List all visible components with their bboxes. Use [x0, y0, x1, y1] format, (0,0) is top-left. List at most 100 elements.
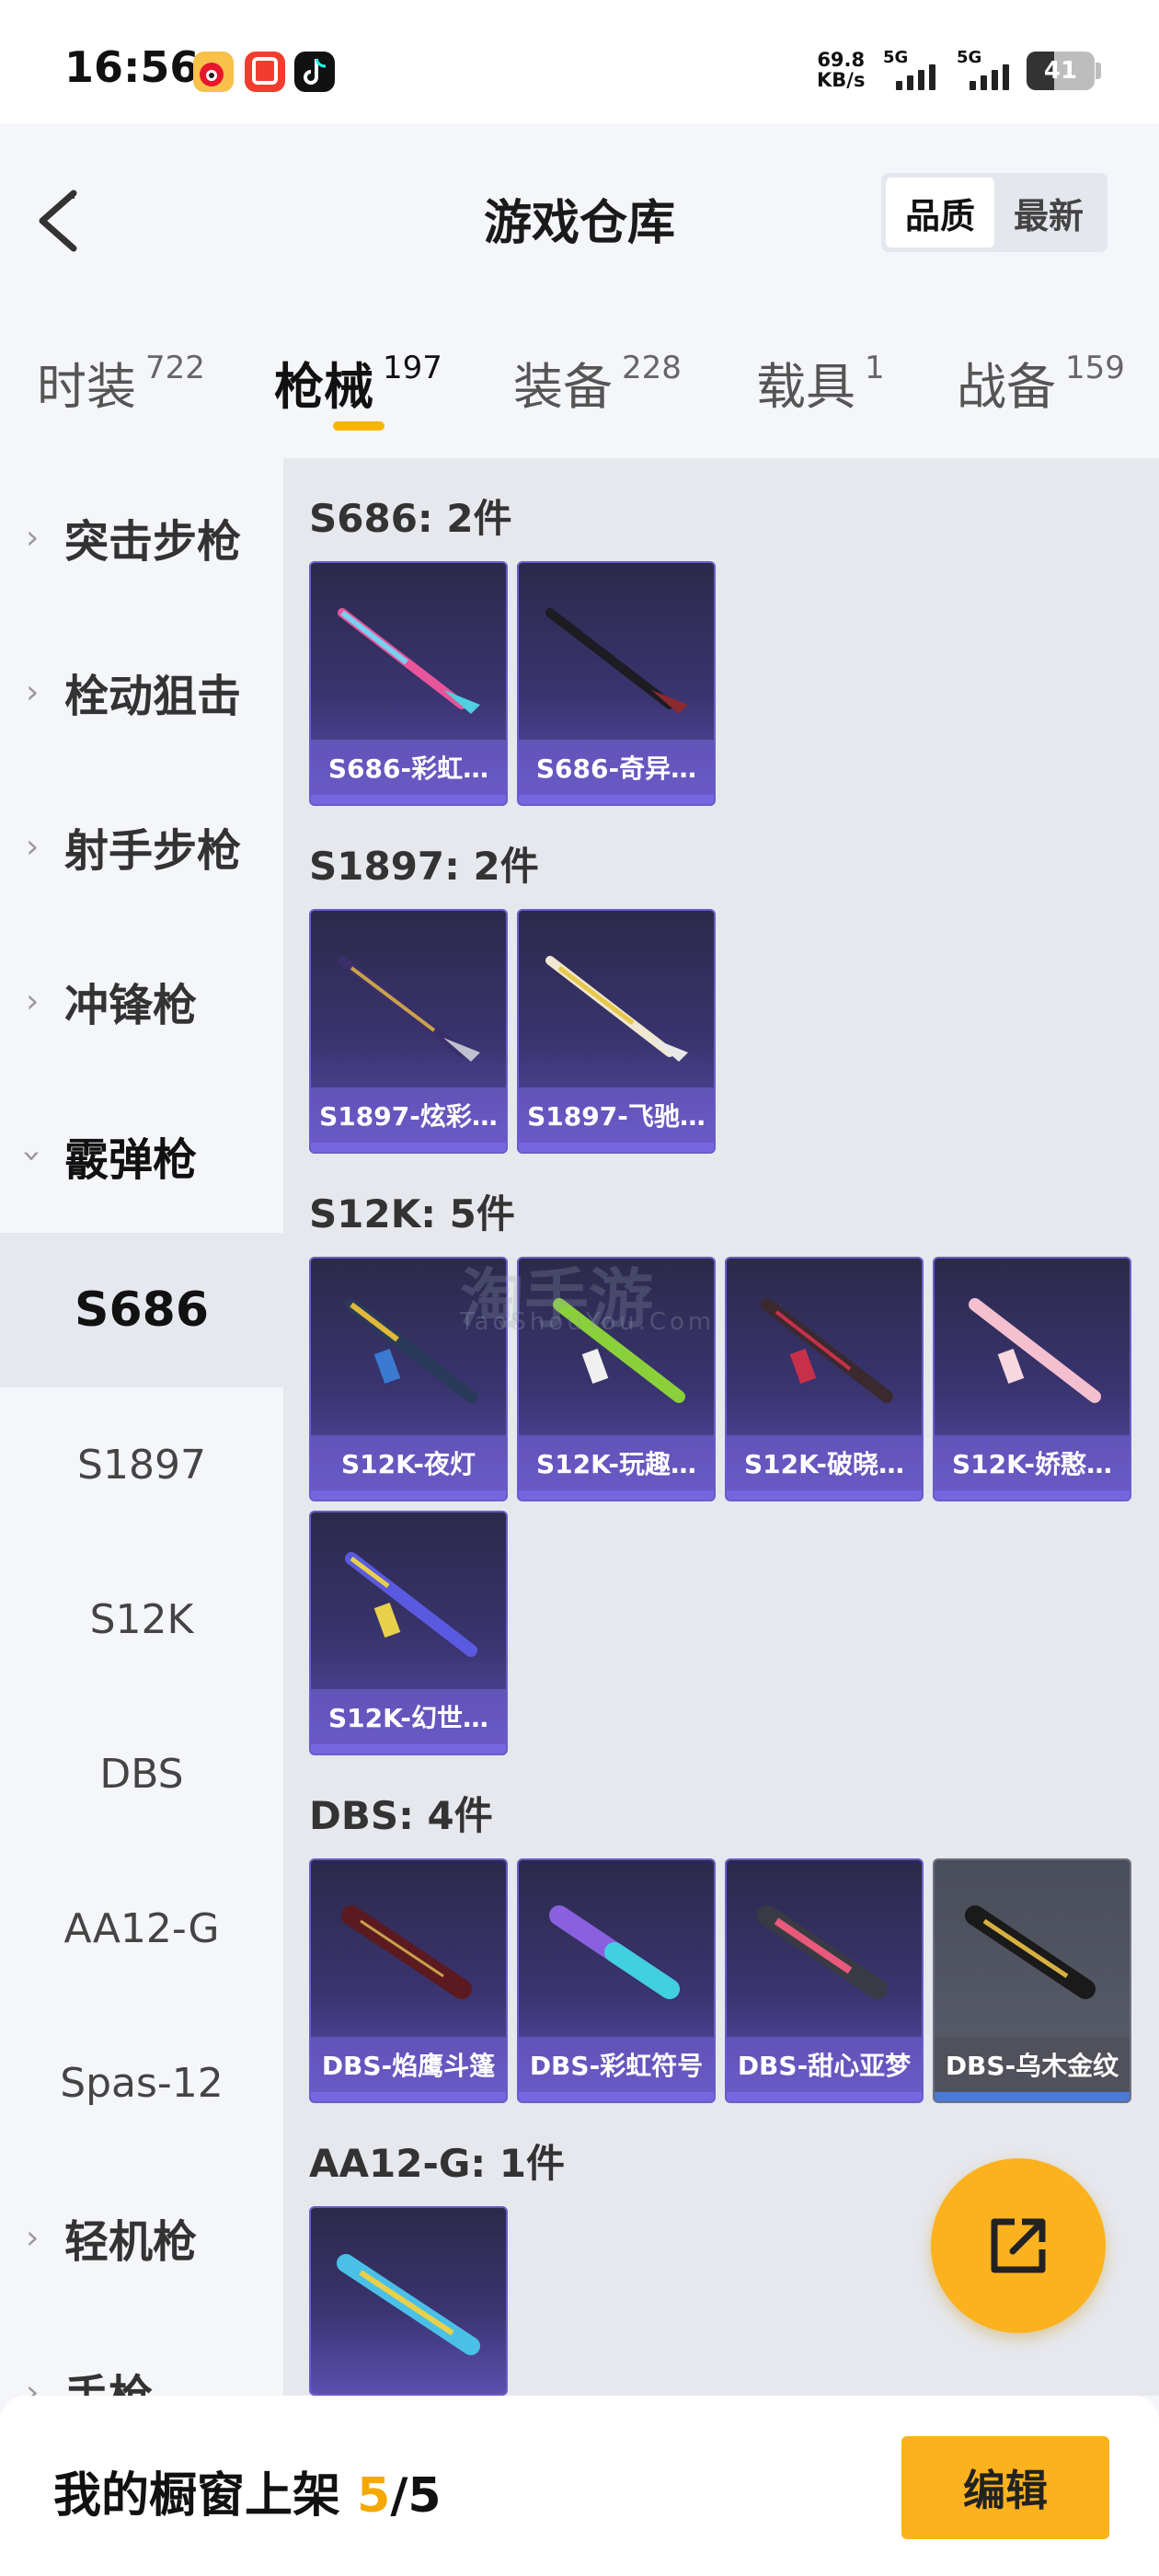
bottom-bar: 我的橱窗上架 5/5 编辑 — [0, 2396, 1159, 2576]
clock: 16:56 — [64, 42, 200, 92]
sidebar-sub-s1897[interactable]: S1897 — [0, 1387, 283, 1542]
section-title: S686: 2件 — [309, 496, 512, 541]
sidebar-item-pistol[interactable]: › 手枪 — [0, 2315, 283, 2396]
sidebar-item-smg[interactable]: › 冲锋枪 — [0, 924, 283, 1078]
sidebar-item-lmg[interactable]: › 轻机枪 — [0, 2160, 283, 2315]
skin-name: DBS-焰鹰斗篷 — [311, 2037, 506, 2092]
skin-card[interactable]: DBS-乌木金纹 — [933, 1858, 1131, 2103]
sidebar-item-assault-rifle[interactable]: › 突击步枪 — [0, 460, 283, 615]
rifle-icon — [761, 1298, 893, 1403]
skin-name: S686-奇异… — [519, 740, 714, 795]
rarity-bar — [727, 2092, 922, 2101]
rarity-bar — [935, 1490, 1130, 1500]
skin-name: DBS-甜心亚梦 — [727, 2037, 922, 2092]
skin-card[interactable]: S1897-飞驰… — [517, 909, 716, 1154]
skin-name: S12K-娇憨… — [935, 1435, 1130, 1490]
shotgun-icon — [337, 2254, 480, 2355]
sidebar-item-label: 手枪 — [64, 2360, 153, 2396]
shopping-app-icon — [245, 52, 285, 92]
shotgun-icon — [338, 956, 480, 1062]
rarity-bar — [519, 1143, 714, 1152]
status-bar: 16:56 69.8 KB/s 5G 5G 41 — [0, 0, 1159, 123]
watermark-sub: TaoShouYou.Com — [460, 1308, 716, 1336]
sidebar-item-label: 栓动狙击 — [64, 671, 242, 722]
skin-card[interactable]: S686-彩虹… — [309, 561, 508, 806]
tab-label: 枪械 — [274, 358, 373, 416]
tab-vehicles[interactable]: 载具 1 — [756, 346, 885, 419]
chevron-right-icon: › — [26, 518, 40, 557]
sort-latest-button[interactable]: 最新 — [994, 178, 1103, 247]
tab-guns[interactable]: 枪械 197 — [274, 346, 442, 419]
category-tabs: 时装 722 枪械 197 装备 228 载具 1 战备 159 — [0, 307, 1159, 458]
skin-card[interactable] — [309, 2206, 508, 2396]
edit-button[interactable]: 编辑 — [901, 2436, 1109, 2539]
skin-card[interactable]: S12K-破晓… — [725, 1257, 924, 1501]
share-button[interactable] — [931, 2158, 1106, 2333]
active-tab-indicator — [333, 421, 384, 431]
sidebar-sub-aa12g[interactable]: AA12-G — [0, 1851, 283, 2006]
sidebar-sub-s12k[interactable]: S12K — [0, 1542, 283, 1696]
tab-supplies[interactable]: 战备 159 — [957, 346, 1125, 419]
sidebar-sub-s686[interactable]: S686 — [0, 1233, 283, 1387]
rarity-bar — [519, 795, 714, 804]
skin-card[interactable]: S1897-炫彩… — [309, 909, 508, 1154]
sort-toggle: 品质 最新 — [881, 173, 1107, 252]
showcase-status: 我的橱窗上架 5/5 — [53, 2456, 442, 2525]
showcase-current: 5 — [357, 2468, 391, 2524]
rifle-icon — [345, 1552, 477, 1657]
share-icon — [991, 2218, 1046, 2273]
net-speed-unit: KB/s — [817, 69, 866, 91]
skin-card[interactable]: DBS-甜心亚梦 — [725, 1858, 924, 2103]
skin-card[interactable]: DBS-彩虹符号 — [517, 1858, 716, 2103]
skin-name: S12K-破晓… — [727, 1435, 922, 1490]
skin-card[interactable]: DBS-焰鹰斗篷 — [309, 1858, 508, 2103]
skin-card[interactable]: S12K-幻世… — [309, 1511, 508, 1755]
showcase-total: 5 — [407, 2468, 442, 2524]
skin-name: S686-彩虹… — [311, 740, 506, 795]
section-title: DBS: 4件 — [309, 1793, 493, 1838]
sidebar-item-shotgun[interactable]: › 霰弹枪 — [0, 1078, 283, 1233]
rarity-bar — [519, 1490, 714, 1500]
sidebar-item-marksman-rifle[interactable]: › 射手步枪 — [0, 769, 283, 924]
showcase-label: 我的橱窗上架 — [53, 2468, 341, 2524]
skin-name: S12K-幻世… — [311, 1689, 506, 1744]
shotgun-icon — [757, 1905, 888, 1999]
sidebar-sub-dbs[interactable]: DBS — [0, 1696, 283, 1851]
sidebar-item-label: 冲锋枪 — [64, 980, 198, 1031]
weibo-icon — [193, 52, 234, 92]
tab-label: 时装 — [37, 358, 136, 416]
sidebar-item-bolt-sniper[interactable]: › 栓动狙击 — [0, 615, 283, 769]
rarity-bar — [311, 2092, 506, 2101]
tab-count: 228 — [622, 350, 682, 386]
rarity-bar — [311, 1490, 506, 1500]
section-title: AA12-G: 1件 — [309, 2141, 566, 2186]
sidebar-item-label: 射手步枪 — [64, 825, 242, 877]
tab-fashion[interactable]: 时装 722 — [37, 346, 205, 419]
sidebar: › 突击步枪 › 栓动狙击 › 射手步枪 › 冲锋枪 › 霰弹枪 S686 S1… — [0, 458, 283, 2396]
tab-count: 197 — [383, 350, 442, 386]
rarity-bar — [935, 2092, 1130, 2101]
net-speed: 69.8 KB/s — [817, 50, 865, 90]
item-grid: S686: 2件 S686-彩虹… S686-奇异… S1897: 2件 S18… — [283, 458, 1159, 2396]
skin-name: S1897-炫彩… — [311, 1087, 506, 1143]
battery-text: 41 — [1043, 57, 1078, 85]
shotgun-icon — [965, 1905, 1096, 1999]
sort-quality-button[interactable]: 品质 — [886, 178, 994, 247]
signal-icon: 5G — [883, 48, 947, 92]
tab-equipment[interactable]: 装备 228 — [513, 346, 682, 419]
skin-card[interactable]: S12K-娇憨… — [933, 1257, 1131, 1501]
skin-card[interactable]: S686-奇异… — [517, 561, 716, 806]
header: 游戏仓库 品质 最新 — [0, 123, 1159, 307]
rarity-bar — [519, 2092, 714, 2101]
chevron-right-icon: › — [26, 827, 40, 866]
shotgun-icon — [341, 1905, 472, 1999]
sidebar-sub-spas12[interactable]: Spas-12 — [0, 2006, 283, 2160]
signal-icon: 5G — [957, 48, 1021, 92]
tiktok-icon — [294, 52, 335, 92]
battery-tip — [1096, 63, 1101, 79]
rifle-icon — [969, 1298, 1101, 1403]
section-title: S1897: 2件 — [309, 844, 539, 889]
section-title: S12K: 5件 — [309, 1191, 515, 1236]
sidebar-item-label: 霰弹枪 — [64, 1134, 198, 1186]
rarity-bar — [311, 1143, 506, 1152]
